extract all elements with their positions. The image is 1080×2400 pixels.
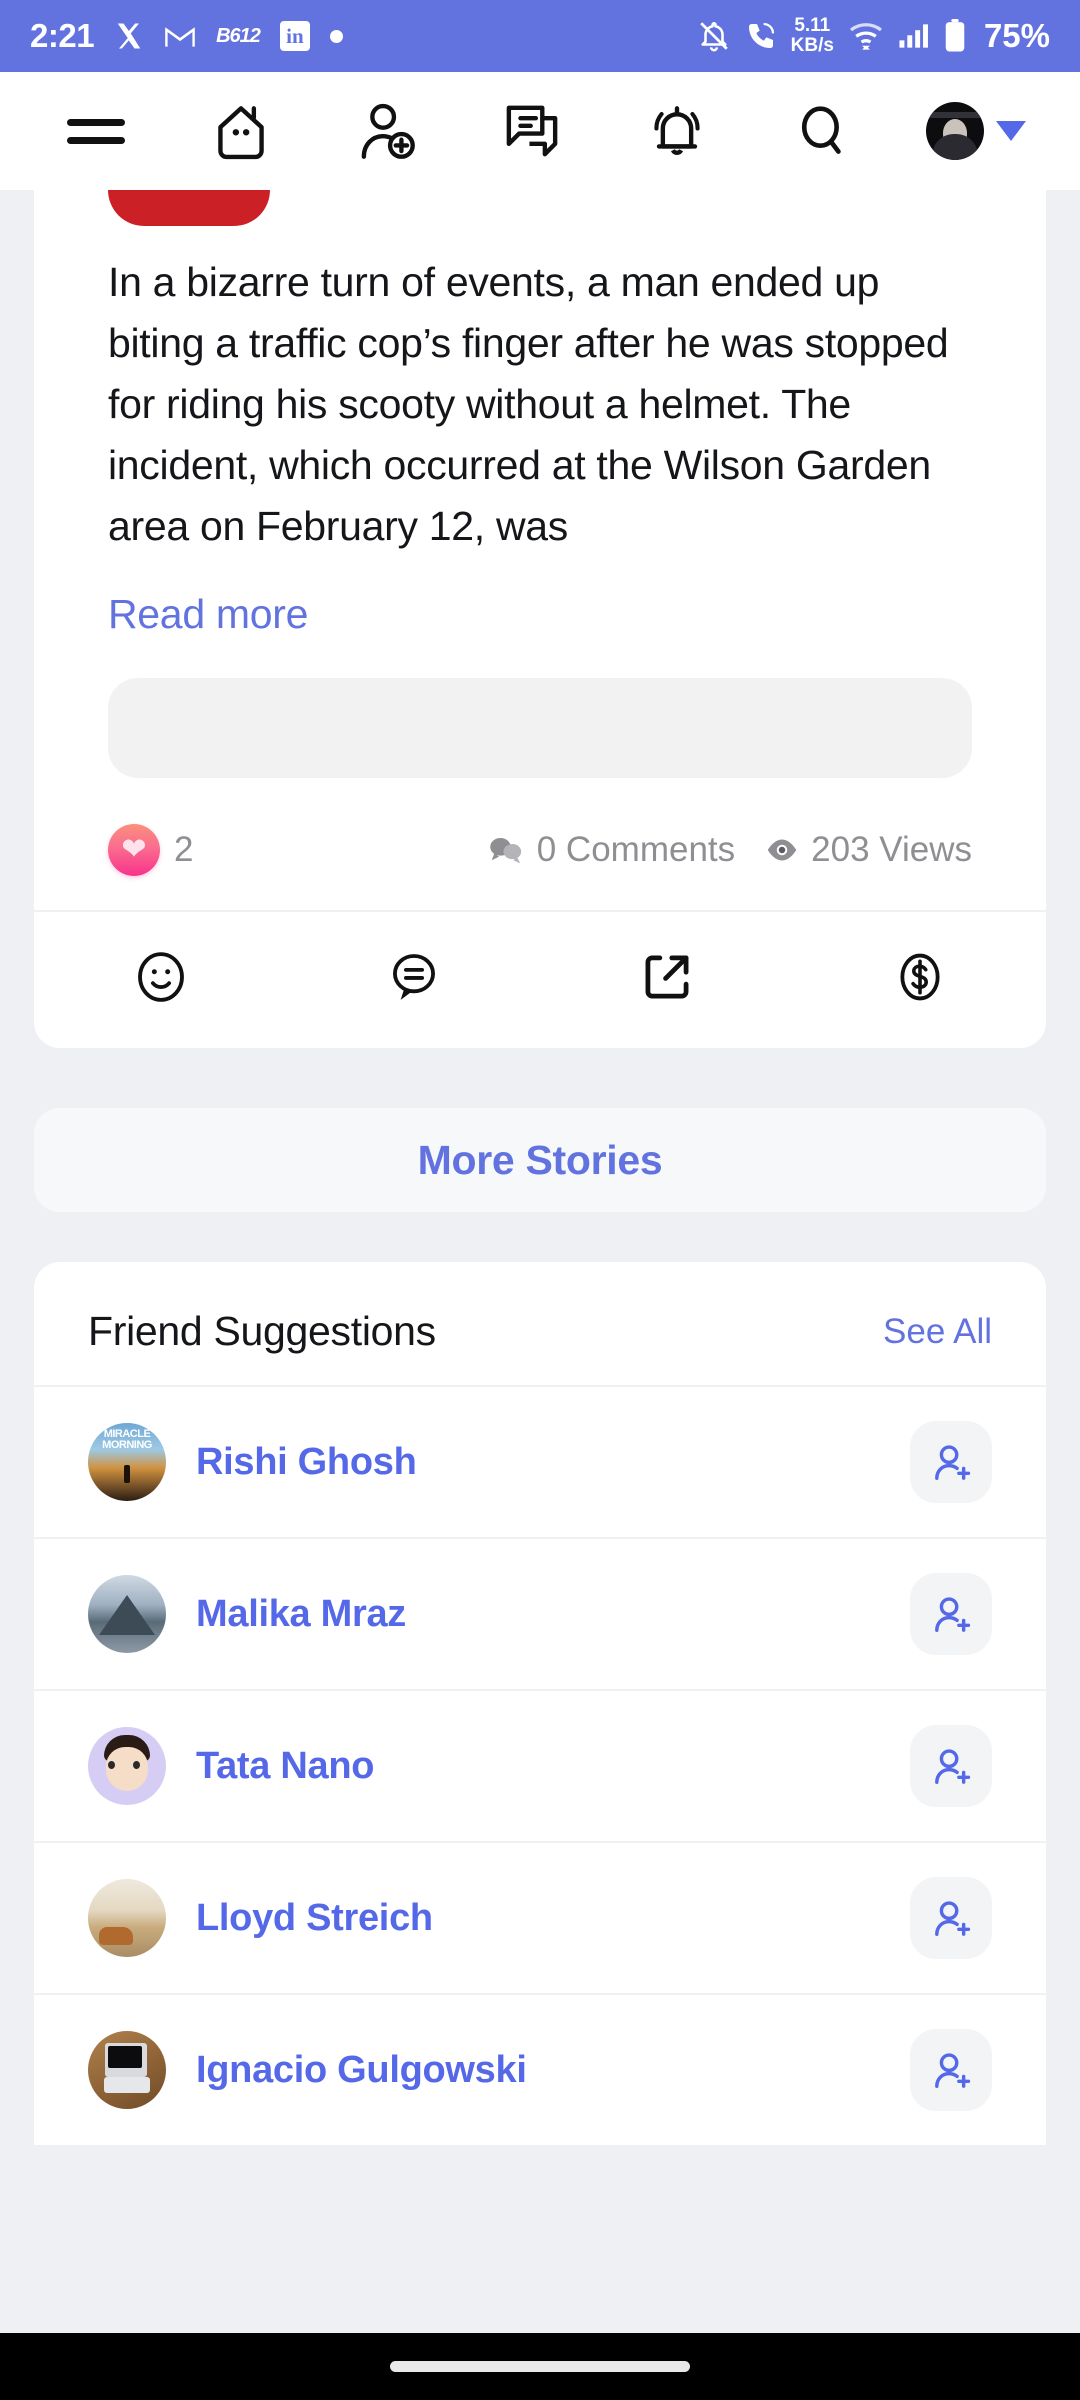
comment-icon[interactable] [287,946,540,1008]
mountain-photo-avatar[interactable] [88,1575,166,1653]
more-stories-label: More Stories [417,1136,663,1183]
views-meta: 203 Views [765,830,972,870]
friend-suggestions-title: Friend Suggestions [88,1308,436,1354]
avatar-laptop-keyboard [103,2077,150,2094]
gmail-icon [164,23,196,49]
comments-meta[interactable]: 0 Comments [487,830,735,870]
add-friend-icon [935,1901,971,1937]
system-navigation-bar [0,2333,1080,2400]
post-badge-shape [108,190,270,226]
eye-icon [767,839,797,861]
read-more-link[interactable]: Read more [34,557,1046,638]
desert-animal-photo-avatar[interactable] [88,1879,166,1957]
avatar-background-stripe [925,112,984,119]
avatar-face [106,1747,148,1792]
add-friend-icon[interactable] [345,89,429,173]
notifications-bell-icon[interactable] [635,89,719,173]
network-speed-indicator: 5.11 KB/s [791,16,834,56]
more-stories-button[interactable]: More Stories [34,1108,1046,1212]
app-header [0,72,1080,190]
friend-suggestions-header: Friend Suggestions See All [34,1262,1046,1385]
avatar-body [931,134,978,160]
avatar-laptop-screen [108,2045,143,2068]
comments-bubbles-icon [489,838,521,864]
list-item[interactable]: Lloyd Streich [34,1841,1046,1993]
messages-icon[interactable] [490,89,574,173]
memoji-avatar[interactable] [88,1727,166,1805]
list-item[interactable]: Malika Mraz [34,1537,1046,1689]
list-item[interactable]: Ignacio Gulgowski [34,1993,1046,2145]
list-item[interactable]: MIRACLE MORNING Rishi Ghosh [34,1385,1046,1537]
wifi-icon [848,21,884,51]
signal-icon [898,22,930,50]
add-friend-button[interactable] [910,1877,992,1959]
tip-dollar-icon[interactable] [793,946,1046,1008]
add-friend-button[interactable] [910,1421,992,1503]
dot-indicator-icon [329,29,343,43]
see-all-link[interactable]: See All [883,1312,992,1352]
add-friend-icon [935,1749,971,1785]
friend-name[interactable]: Ignacio Gulgowski [196,2049,527,2092]
add-friend-button[interactable] [910,2029,992,2111]
network-speed-value: 5.11 [794,15,831,36]
post-card: In a bizarre turn of events, a man ended… [34,190,1046,1048]
network-speed-unit: KB/s [790,35,834,56]
add-friend-icon [935,1445,971,1481]
b612-icon: B612 [216,24,261,47]
laptop-desk-photo-avatar[interactable] [88,2031,166,2109]
call-forward-icon [745,20,777,52]
friend-name[interactable]: Rishi Ghosh [196,1441,417,1484]
search-icon[interactable] [781,89,865,173]
post-meta-row: ❤ 2 0 Comments 203 Views [34,778,1046,910]
share-icon[interactable] [540,946,793,1008]
heart-reaction-icon[interactable]: ❤ [108,824,160,876]
post-action-bar [34,910,1046,1048]
post-media-placeholder[interactable] [108,678,972,778]
linkedin-icon: in [279,21,310,51]
heart-glyph: ❤ [121,833,147,866]
feed-scroll-area[interactable]: In a bizarre turn of events, a man ended… [0,190,1080,2333]
avatar-book-title: MIRACLE MORNING [102,1428,152,1451]
friend-name[interactable]: Lloyd Streich [196,1897,433,1940]
post-body-text: In a bizarre turn of events, a man ended… [108,259,949,549]
list-item[interactable]: Tata Nano [34,1689,1046,1841]
avatar-animal [98,1926,133,1945]
phone-screen: 2:21 B612 in 5.11 KB/s 75% In a bizarre … [0,0,1080,2400]
add-friend-icon [935,2053,971,2089]
friend-suggestions-card: Friend Suggestions See All MIRACLE MORNI… [34,1262,1046,2145]
reaction-count: 2 [174,830,194,869]
status-bar-left: 2:21 B612 in [30,17,343,55]
friend-name[interactable]: Tata Nano [196,1745,374,1788]
menu-icon[interactable] [54,89,138,173]
add-friend-icon [935,1597,971,1633]
friend-name[interactable]: Malika Mraz [196,1593,406,1636]
comments-count-label: 0 Comments [536,830,736,869]
home-icon[interactable] [199,89,283,173]
x-icon [114,21,144,51]
post-meta-right: 0 Comments 203 Views [487,830,972,870]
status-bar-right: 5.11 KB/s 75% [697,16,1050,56]
status-bar-clock: 2:21 [30,17,95,54]
battery-icon [944,19,966,53]
hamburger-lines [67,118,125,144]
status-bar: 2:21 B612 in 5.11 KB/s 75% [0,0,1080,72]
chevron-down-icon[interactable] [995,121,1026,141]
battery-percent-label: 75% [983,17,1050,54]
react-smiley-icon[interactable] [34,946,287,1008]
avatar-mountain-peak [99,1595,155,1636]
notifications-off-icon [697,19,731,53]
profile-menu[interactable] [925,102,1026,160]
views-count-label: 203 Views [811,830,972,869]
avatar[interactable] [925,102,984,160]
add-friend-button[interactable] [910,1725,992,1807]
home-indicator[interactable] [390,2361,690,2372]
avatar-figure [124,1465,130,1483]
add-friend-button[interactable] [910,1573,992,1655]
book-cover-photo-avatar[interactable]: MIRACLE MORNING [88,1423,166,1501]
